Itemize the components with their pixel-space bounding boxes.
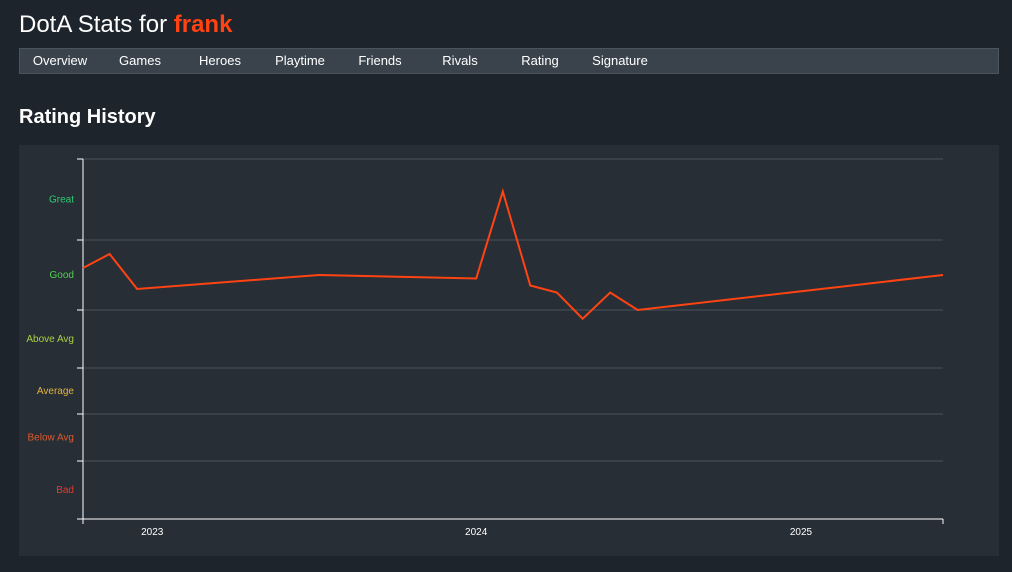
- x-tick-label-2025: 2025: [790, 527, 813, 538]
- nav-overview[interactable]: Overview: [20, 49, 100, 73]
- nav-heroes[interactable]: Heroes: [180, 49, 260, 73]
- rating-chart: Bad Below Avg Average Above Avg Good Great 202…: [26, 158, 944, 538]
- rating-chart-panel: Bad Below Avg Average Above Avg Good Great 202…: [19, 145, 999, 556]
- nav-playtime[interactable]: Playtime: [260, 49, 340, 73]
- nav-signature[interactable]: Signature: [580, 49, 660, 73]
- x-tick-label-2024: 2024: [465, 527, 488, 538]
- page-title-username[interactable]: frank: [174, 11, 233, 38]
- y-band-label-bad: Bad: [56, 485, 74, 496]
- page-title-prefix: DotA Stats for: [19, 11, 174, 38]
- nav-friends[interactable]: Friends: [340, 49, 420, 73]
- rating-series-line: [82, 187, 944, 321]
- nav-games[interactable]: Games: [100, 49, 180, 73]
- y-band-label-above-avg: Above Avg: [26, 334, 74, 345]
- page-title: DotA Stats for frank: [19, 10, 232, 40]
- y-band-label-average: Average: [37, 386, 75, 397]
- nav-rivals[interactable]: Rivals: [420, 49, 500, 73]
- y-band-label-below-avg: Below Avg: [27, 433, 74, 444]
- section-title: Rating History: [19, 106, 156, 128]
- x-tick-label-2023: 2023: [141, 527, 164, 538]
- y-band-label-great: Great: [49, 195, 74, 206]
- nav-rating[interactable]: Rating: [500, 49, 580, 73]
- page: DotA Stats for frank Overview Games Hero…: [0, 0, 1012, 572]
- y-band-label-good: Good: [50, 270, 74, 281]
- nav-bar: Overview Games Heroes Playtime Friends R…: [19, 48, 999, 74]
